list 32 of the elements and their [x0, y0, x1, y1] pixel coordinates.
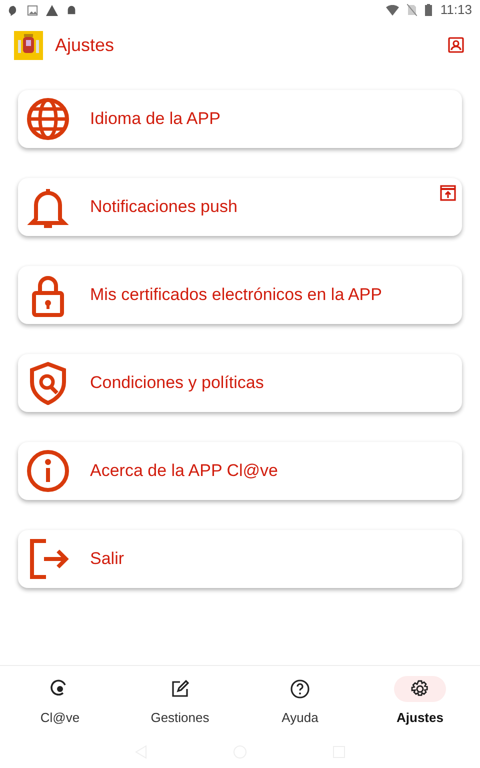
wifi-icon: [386, 4, 400, 16]
card-label: Mis certificados electrónicos en la APP: [90, 284, 382, 306]
settings-card[interactable]: Salir: [18, 530, 462, 588]
help-icon: [290, 679, 310, 699]
chat-icon: [8, 4, 19, 16]
card-label: Notificaciones push: [90, 196, 238, 218]
settings-card[interactable]: Acerca de la APP Cl@ve: [18, 442, 462, 500]
nav-tab[interactable]: Ajustes: [360, 666, 480, 735]
card-label: Idioma de la APP: [90, 108, 220, 130]
coat-of-arms-icon: [14, 30, 43, 60]
settings-icon: [410, 679, 430, 699]
android-icon: [66, 4, 77, 16]
nav-tab[interactable]: Gestiones: [120, 666, 240, 735]
battery-icon: [425, 4, 432, 16]
settings-card[interactable]: Idioma de la APP: [18, 90, 462, 148]
settings-card[interactable]: Condiciones y políticas: [18, 354, 462, 412]
edit-icon: [170, 679, 190, 699]
nav-tab[interactable]: Cl@ve: [0, 666, 120, 735]
page-title: Ajustes: [55, 34, 116, 57]
image-icon: [27, 4, 38, 16]
status-time: 11:13: [440, 1, 472, 20]
info-icon: [26, 449, 70, 493]
nav-tab[interactable]: Ayuda: [240, 666, 360, 735]
warning-icon: [46, 4, 58, 16]
card-label: Salir: [90, 548, 124, 570]
profile-icon[interactable]: [448, 37, 464, 53]
globe-icon: [26, 97, 70, 141]
no-sim-icon: [407, 4, 418, 16]
card-label: Acerca de la APP Cl@ve: [90, 460, 278, 482]
card-label: Condiciones y políticas: [90, 372, 264, 394]
settings-card[interactable]: Mis certificados electrónicos en la APP: [18, 266, 462, 324]
settings-card[interactable]: Notificaciones push: [18, 178, 462, 236]
